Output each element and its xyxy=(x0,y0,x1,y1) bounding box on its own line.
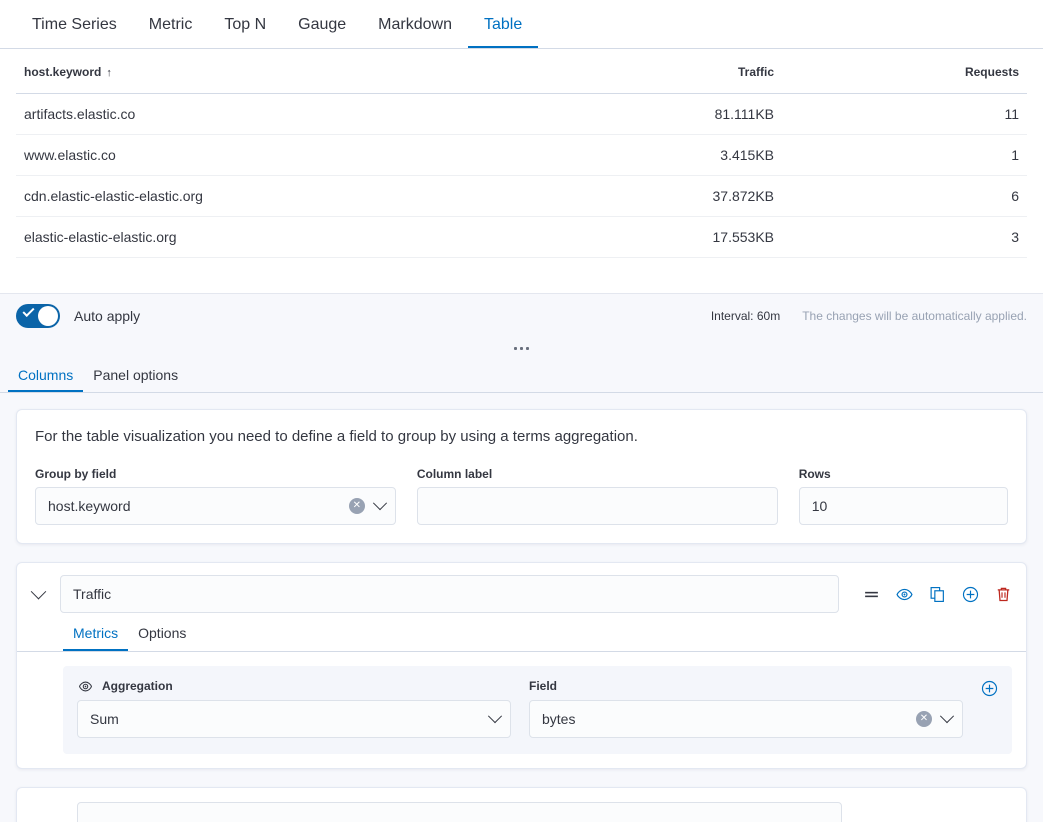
aggregation-select[interactable]: Sum xyxy=(77,700,511,738)
interval-text: Interval: 60m xyxy=(711,309,780,323)
auto-apply-label: Auto apply xyxy=(74,308,140,324)
rows-value: 10 xyxy=(812,498,997,514)
add-metric-wrapper xyxy=(981,678,998,697)
sort-ascending-icon: ↑ xyxy=(106,67,112,79)
tab-panel-options[interactable]: Panel options xyxy=(83,368,188,392)
column-label-input[interactable] xyxy=(417,487,778,525)
table-visualization: host.keyword ↑ Traffic Requests artifacts… xyxy=(0,49,1043,258)
cell-requests: 6 xyxy=(782,176,1027,217)
series-label-value: Traffic xyxy=(73,586,111,602)
eye-icon[interactable] xyxy=(896,586,913,603)
table-header-row: host.keyword ↑ Traffic Requests xyxy=(16,49,1027,94)
aggregation-label: Aggregation xyxy=(102,679,173,693)
plus-circle-icon[interactable] xyxy=(981,680,998,697)
column-header-traffic[interactable]: Traffic xyxy=(567,49,782,94)
metrics-area: Aggregation Sum Field bytes ✕ xyxy=(17,652,1026,768)
cross-in-circle-icon[interactable]: ✕ xyxy=(349,498,365,514)
tab-markdown[interactable]: Markdown xyxy=(362,17,468,48)
eye-icon[interactable] xyxy=(77,678,94,695)
group-by-panel: For the table visualization you need to … xyxy=(16,409,1027,544)
aggregation-wrapper: Aggregation Sum xyxy=(77,678,511,738)
series-tabs: Metrics Options xyxy=(17,625,1026,652)
cross-in-circle-icon[interactable]: ✕ xyxy=(916,711,932,727)
chevron-down-icon[interactable] xyxy=(488,709,502,723)
field-label: Field xyxy=(529,679,557,693)
cell-traffic: 81.111KB xyxy=(567,94,782,135)
visualization-type-tabs: Time Series Metric Top N Gauge Markdown … xyxy=(0,0,1043,49)
grip-dot xyxy=(514,347,517,350)
auto-apply-toggle[interactable] xyxy=(16,304,60,328)
panel-resize-handle[interactable] xyxy=(0,337,1043,359)
trash-icon[interactable] xyxy=(995,586,1012,603)
toggle-knob xyxy=(38,306,58,326)
aggregation-row: Aggregation Sum Field bytes ✕ xyxy=(63,666,1012,754)
cell-host: artifacts.elastic.co xyxy=(16,94,567,135)
editor-tabs: Columns Panel options xyxy=(0,359,1043,393)
cell-traffic: 17.553KB xyxy=(567,217,782,258)
cell-traffic: 37.872KB xyxy=(567,176,782,217)
group-by-fields: Group by field host.keyword ✕ Column lab… xyxy=(35,467,1008,525)
grip-dot xyxy=(526,347,529,350)
tab-time-series[interactable]: Time Series xyxy=(16,17,133,48)
table-row[interactable]: artifacts.elastic.co 81.111KB 11 xyxy=(16,94,1027,135)
cell-requests: 3 xyxy=(782,217,1027,258)
cell-traffic: 3.415KB xyxy=(567,135,782,176)
cell-requests: 1 xyxy=(782,135,1027,176)
series-label-input[interactable]: Traffic xyxy=(60,575,839,613)
next-series-label-input[interactable] xyxy=(77,802,842,822)
cell-requests: 11 xyxy=(782,94,1027,135)
next-series-panel xyxy=(16,787,1027,822)
plus-circle-icon[interactable] xyxy=(962,586,979,603)
table-row[interactable]: www.elastic.co 3.415KB 1 xyxy=(16,135,1027,176)
field-value: bytes xyxy=(542,711,916,727)
tab-options[interactable]: Options xyxy=(128,625,196,651)
cell-host: elastic-elastic-elastic.org xyxy=(16,217,567,258)
column-label-label: Column label xyxy=(417,467,778,481)
series-panel: Traffic xyxy=(16,562,1027,769)
table-row[interactable]: elastic-elastic-elastic.org 17.553KB 3 xyxy=(16,217,1027,258)
results-table: host.keyword ↑ Traffic Requests artifacts… xyxy=(16,49,1027,258)
grip-dot xyxy=(520,347,523,350)
tab-gauge[interactable]: Gauge xyxy=(282,17,362,48)
aggregation-label-row: Aggregation xyxy=(77,678,511,694)
tab-metrics[interactable]: Metrics xyxy=(63,625,128,651)
aggregation-value: Sum xyxy=(90,711,490,727)
column-header-host[interactable]: host.keyword ↑ xyxy=(16,49,567,94)
auto-apply-bar: Auto apply Interval: 60m The changes wil… xyxy=(0,293,1043,337)
group-by-field-value: host.keyword xyxy=(48,498,349,514)
group-by-field-label: Group by field xyxy=(35,467,396,481)
copy-icon[interactable] xyxy=(929,586,946,603)
chevron-down-icon[interactable] xyxy=(31,583,47,599)
drag-handle-icon[interactable] xyxy=(863,586,880,603)
group-by-field-wrapper: Group by field host.keyword ✕ xyxy=(35,467,396,525)
tab-table[interactable]: Table xyxy=(468,17,538,48)
column-label-wrapper: Column label xyxy=(417,467,778,525)
tab-columns[interactable]: Columns xyxy=(8,368,83,392)
column-header-host-label: host.keyword xyxy=(24,65,101,79)
rows-label: Rows xyxy=(799,467,1008,481)
field-select[interactable]: bytes ✕ xyxy=(529,700,963,738)
cell-host: cdn.elastic-elastic-elastic.org xyxy=(16,176,567,217)
group-by-description: For the table visualization you need to … xyxy=(35,428,1008,445)
check-icon xyxy=(22,304,34,316)
rows-wrapper: Rows 10 xyxy=(799,467,1008,525)
rows-input[interactable]: 10 xyxy=(799,487,1008,525)
field-label-row: Field xyxy=(529,678,963,694)
apply-bar-status: Interval: 60m The changes will be automa… xyxy=(711,309,1035,323)
cell-host: www.elastic.co xyxy=(16,135,567,176)
group-by-field-select[interactable]: host.keyword ✕ xyxy=(35,487,396,525)
chevron-down-icon[interactable] xyxy=(373,496,387,510)
editor-body: For the table visualization you need to … xyxy=(0,393,1043,822)
chevron-down-icon[interactable] xyxy=(940,709,954,723)
auto-apply-hint: The changes will be automatically applie… xyxy=(802,309,1027,323)
series-actions xyxy=(849,586,1012,603)
table-row[interactable]: cdn.elastic-elastic-elastic.org 37.872KB… xyxy=(16,176,1027,217)
column-header-requests[interactable]: Requests xyxy=(782,49,1027,94)
tab-top-n[interactable]: Top N xyxy=(208,17,282,48)
series-header: Traffic xyxy=(17,563,1026,625)
field-wrapper: Field bytes ✕ xyxy=(529,678,963,738)
tab-metric[interactable]: Metric xyxy=(133,17,209,48)
